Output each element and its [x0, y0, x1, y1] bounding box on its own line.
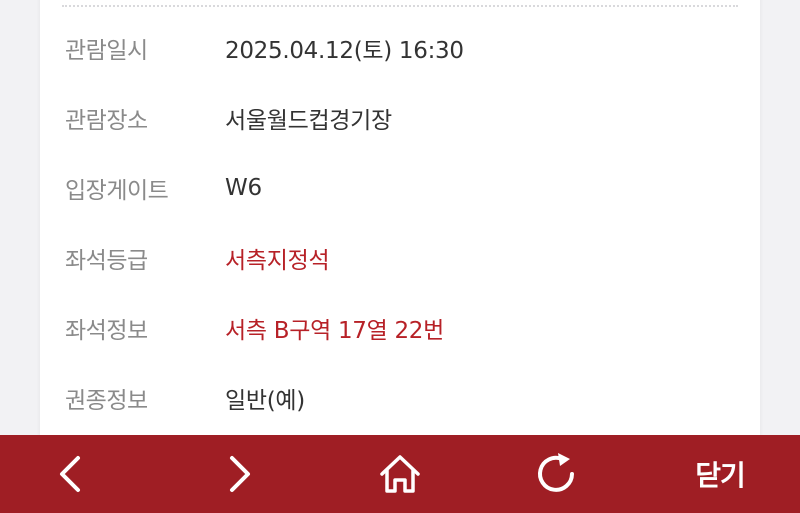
dotted-divider: [62, 5, 738, 7]
row-ticket-type: 권종정보 일반(예): [65, 378, 305, 418]
row-value: 서울월드컵경기장: [225, 108, 392, 134]
row-label: 관람장소: [65, 108, 148, 134]
row-label: 좌석등급: [65, 248, 148, 274]
row-seat-grade: 좌석등급 서측지정석: [65, 238, 330, 278]
row-viewing-datetime: 관람일시 2025.04.12(토) 16:30: [65, 28, 464, 68]
row-value: W6: [225, 175, 262, 201]
row-value: 서측 B구역 17열 22번: [225, 318, 445, 344]
back-button[interactable]: [40, 435, 100, 513]
home-button[interactable]: [370, 435, 430, 513]
row-value: 일반(예): [225, 388, 305, 414]
close-button[interactable]: 닫기: [680, 435, 760, 513]
row-value: 2025.04.12(토) 16:30: [225, 38, 464, 64]
forward-button[interactable]: [210, 435, 270, 513]
row-seat-info: 좌석정보 서측 B구역 17열 22번: [65, 308, 444, 348]
home-icon: [378, 452, 422, 496]
row-label: 좌석정보: [65, 318, 148, 344]
row-label: 권종정보: [65, 388, 148, 414]
row-label: 입장게이트: [65, 178, 169, 204]
chevron-left-icon: [56, 454, 84, 494]
close-label: 닫기: [695, 459, 746, 492]
row-venue: 관람장소 서울월드컵경기장: [65, 98, 392, 138]
chevron-right-icon: [226, 454, 254, 494]
row-value: 서측지정석: [225, 248, 330, 274]
bottom-toolbar: 닫기: [0, 435, 800, 513]
refresh-icon: [532, 450, 580, 498]
row-entry-gate: 입장게이트 W6: [65, 168, 262, 208]
refresh-button[interactable]: [526, 435, 586, 513]
row-label: 관람일시: [65, 38, 148, 64]
